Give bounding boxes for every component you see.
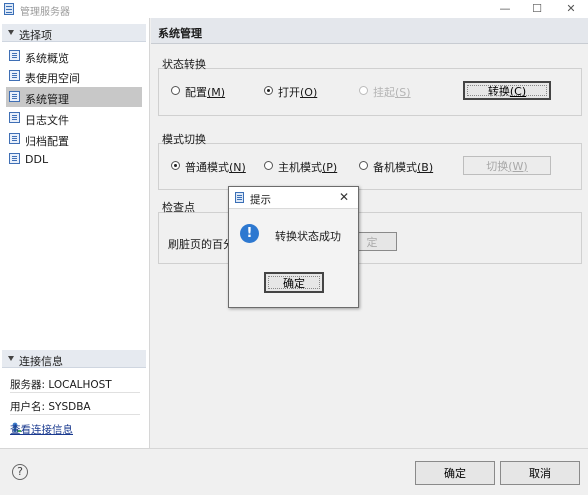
app-icon bbox=[4, 3, 14, 15]
page-title: 系统管理 bbox=[158, 27, 202, 40]
collapse-triangle-icon bbox=[8, 356, 14, 361]
radio-circle bbox=[264, 161, 273, 170]
sidebar-item-table-space[interactable]: 表使用空间 bbox=[6, 66, 142, 86]
radio-circle-checked bbox=[171, 161, 180, 170]
server-label: 服务器: LOCALHOST bbox=[10, 379, 112, 391]
document-icon bbox=[9, 153, 20, 164]
checkpoint-group: 检查点 刷脏页的百分比 定 bbox=[158, 201, 582, 264]
radio-label: 配置(M) bbox=[185, 86, 226, 99]
state-conversion-group: 状态转换 配置(M) 打开(O) 挂起(S) 转换(C) bbox=[158, 58, 582, 116]
sidebar: 选择项 系统概览 表使用空间 系统管理 日志文件 归档配置 DDL 连接信息 服… bbox=[0, 18, 150, 448]
mode-switch-group: 模式切换 普通模式(N) 主机模式(P) 备机模式(B) 切换(W) bbox=[158, 133, 582, 190]
document-icon bbox=[9, 91, 20, 102]
switch-button: 切换(W) bbox=[463, 156, 551, 175]
sidebar-item-label: 表使用空间 bbox=[25, 72, 80, 85]
view-connection-row[interactable]: 查看连接信息 bbox=[10, 418, 140, 438]
main-header: 系统管理 bbox=[151, 18, 588, 44]
window-title: 管理服务器 bbox=[20, 7, 70, 18]
document-icon bbox=[9, 50, 20, 61]
user-info: 用户名: SYSDBA bbox=[10, 395, 140, 415]
dialog-close-icon[interactable]: ✕ bbox=[339, 190, 349, 204]
sidebar-item-label: 归档配置 bbox=[25, 135, 69, 148]
view-connection-link[interactable]: 查看连接信息 bbox=[10, 422, 73, 437]
document-icon bbox=[9, 70, 20, 81]
document-icon bbox=[9, 112, 20, 123]
sidebar-item-label: 系统概览 bbox=[25, 52, 69, 65]
close-window-button[interactable]: ✕ bbox=[556, 1, 586, 17]
minimize-button[interactable]: — bbox=[490, 1, 520, 17]
info-icon: ! bbox=[240, 224, 259, 243]
dialog-message: 转换状态成功 bbox=[275, 230, 341, 243]
options-section-header[interactable]: 选择项 bbox=[2, 24, 146, 42]
server-info: 服务器: LOCALHOST bbox=[10, 373, 140, 393]
options-section-label: 选择项 bbox=[19, 29, 52, 42]
prompt-dialog: 提示 ✕ ! 转换状态成功 确定 bbox=[228, 186, 359, 308]
sidebar-item-label: 日志文件 bbox=[25, 114, 69, 127]
dialog-ok-button[interactable]: 确定 bbox=[264, 272, 324, 293]
radio-label: 打开(O) bbox=[278, 86, 318, 99]
document-icon bbox=[9, 133, 20, 144]
footer-bar: ? 确定 取消 bbox=[0, 448, 588, 495]
sidebar-item-log-files[interactable]: 日志文件 bbox=[6, 108, 142, 128]
dialog-titlebar: 提示 ✕ bbox=[229, 187, 358, 209]
sidebar-item-label: DDL bbox=[25, 153, 49, 166]
radio-label: 主机模式(P) bbox=[278, 161, 338, 174]
main-panel: 系统管理 状态转换 配置(M) 打开(O) 挂起(S) 转换(C) 模式切换 普… bbox=[151, 18, 588, 448]
radio-circle bbox=[359, 86, 368, 95]
convert-button[interactable]: 转换(C) bbox=[463, 81, 551, 100]
collapse-triangle-icon bbox=[8, 30, 14, 35]
state-group-title: 状态转换 bbox=[162, 58, 206, 71]
sidebar-item-archive-config[interactable]: 归档配置 bbox=[6, 129, 142, 149]
sidebar-item-system-overview[interactable]: 系统概览 bbox=[6, 46, 142, 66]
user-label: 用户名: SYSDBA bbox=[10, 401, 91, 413]
window-titlebar: 管理服务器 — ☐ ✕ bbox=[0, 0, 588, 18]
radio-label: 普通模式(N) bbox=[185, 161, 246, 174]
connection-section-label: 连接信息 bbox=[19, 355, 63, 368]
radio-circle-checked bbox=[264, 86, 273, 95]
dialog-title: 提示 bbox=[250, 194, 271, 206]
help-icon[interactable]: ? bbox=[12, 464, 28, 480]
radio-circle bbox=[171, 86, 180, 95]
cancel-button[interactable]: 取消 bbox=[500, 461, 580, 485]
radio-label: 挂起(S) bbox=[373, 86, 411, 99]
dialog-app-icon bbox=[235, 192, 244, 203]
maximize-button[interactable]: ☐ bbox=[522, 1, 552, 17]
sidebar-item-system-management[interactable]: 系统管理 bbox=[6, 87, 142, 107]
radio-label: 备机模式(B) bbox=[373, 161, 434, 174]
connection-section-header[interactable]: 连接信息 bbox=[2, 350, 146, 368]
sidebar-item-ddl[interactable]: DDL bbox=[6, 149, 142, 169]
mode-group-title: 模式切换 bbox=[162, 133, 206, 146]
radio-circle bbox=[359, 161, 368, 170]
ok-button[interactable]: 确定 bbox=[415, 461, 495, 485]
checkpoint-group-title: 检查点 bbox=[162, 201, 195, 214]
sidebar-item-label: 系统管理 bbox=[25, 93, 69, 106]
